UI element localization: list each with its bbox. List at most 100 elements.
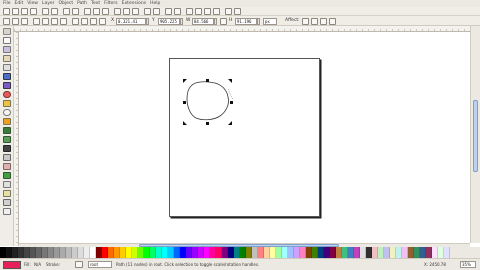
document-properties-icon[interactable] [234, 8, 241, 15]
import-icon[interactable] [42, 8, 49, 15]
print-icon[interactable] [30, 8, 37, 15]
open-icon[interactable] [12, 8, 19, 15]
text-font-icon[interactable] [195, 8, 202, 15]
group-icon[interactable] [165, 8, 172, 15]
dropper-tool-icon[interactable] [3, 199, 11, 206]
menu-text[interactable]: Text [91, 0, 100, 7]
selected-path[interactable] [186, 81, 229, 121]
handle-middle-right[interactable] [230, 101, 233, 104]
menu-filters[interactable]: Filters [104, 0, 118, 7]
flip-vertical-icon[interactable] [60, 17, 67, 25]
vertical-scrollbar[interactable] [470, 26, 480, 243]
raise-top-icon[interactable] [72, 17, 79, 25]
rotate-cw-icon[interactable] [42, 17, 49, 25]
handle-bottom-middle[interactable] [206, 122, 209, 125]
y-spinner[interactable] [180, 17, 183, 25]
menu-path[interactable]: Path [77, 0, 87, 7]
flip-horizontal-icon[interactable] [51, 17, 58, 25]
preferences-icon[interactable] [225, 8, 232, 15]
vertical-scroll-thumb[interactable] [473, 100, 478, 172]
text-tool-icon[interactable] [3, 145, 11, 152]
canvas[interactable] [19, 32, 470, 243]
zoom-tool-icon[interactable] [3, 55, 11, 62]
layer-visibility-icon[interactable] [75, 261, 83, 268]
ungroup-icon[interactable] [174, 8, 181, 15]
new-document-icon[interactable] [3, 8, 10, 15]
selector-tool-icon[interactable] [3, 28, 11, 35]
handle-middle-left[interactable] [183, 101, 186, 104]
select-all-icon[interactable] [3, 17, 10, 25]
clone-icon[interactable] [153, 8, 160, 15]
menu-layer[interactable]: Layer [42, 0, 55, 7]
connector-tool-icon[interactable] [3, 208, 11, 215]
unit-select[interactable]: px [263, 17, 277, 25]
scale-corners-icon[interactable] [311, 17, 318, 25]
handle-top-left[interactable] [183, 79, 187, 83]
select-all-layers-icon[interactable] [12, 17, 19, 25]
copy-icon[interactable] [84, 8, 91, 15]
xml-editor-icon[interactable] [204, 8, 211, 15]
handle-bottom-right[interactable] [228, 121, 232, 125]
export-icon[interactable] [51, 8, 58, 15]
y-field[interactable]: 905.225 [158, 17, 180, 25]
gradient-tool-icon[interactable] [3, 181, 11, 188]
h-spinner[interactable] [257, 17, 260, 25]
node-tool-icon[interactable] [3, 37, 11, 44]
lower-icon[interactable] [90, 17, 97, 25]
lock-ratio-icon[interactable] [220, 17, 227, 25]
ellipse-tool-icon[interactable] [3, 91, 11, 98]
measure-tool-icon[interactable] [3, 64, 11, 71]
w-field[interactable]: 84.566 [192, 17, 214, 25]
transform-gradients-icon[interactable] [320, 17, 327, 25]
color-palette [0, 247, 480, 258]
x-field[interactable]: 0.321.41 [116, 17, 146, 25]
w-spinner[interactable] [214, 17, 217, 25]
zoom-page-icon[interactable] [132, 8, 139, 15]
redo-icon[interactable] [72, 8, 79, 15]
palette-swatch[interactable] [444, 247, 450, 258]
fill-stroke-icon[interactable] [186, 8, 193, 15]
paste-icon[interactable] [102, 8, 109, 15]
zoom-selection-icon[interactable] [114, 8, 121, 15]
x-spinner[interactable] [146, 17, 149, 25]
menu-view[interactable]: View [27, 0, 38, 7]
handle-top-right[interactable] [228, 79, 232, 83]
deselect-icon[interactable] [21, 17, 28, 25]
h-label: H [229, 18, 233, 23]
fill-value: N/A [34, 262, 42, 267]
pen-tool-icon[interactable] [3, 127, 11, 134]
save-icon[interactable] [21, 8, 28, 15]
cut-icon[interactable] [93, 8, 100, 15]
eraser-tool-icon[interactable] [3, 163, 11, 170]
tweak-tool-icon[interactable] [3, 46, 11, 53]
menu-help[interactable]: Help [150, 0, 160, 7]
zoom-drawing-icon[interactable] [123, 8, 130, 15]
transform-patterns-icon[interactable] [329, 17, 336, 25]
star-tool-icon[interactable] [3, 100, 11, 107]
3d-box-tool-icon[interactable] [3, 82, 11, 89]
lower-bottom-icon[interactable] [99, 17, 106, 25]
fill-indicator[interactable] [3, 261, 21, 269]
spray-tool-icon[interactable] [3, 154, 11, 161]
layer-select[interactable]: root [88, 261, 112, 268]
menu-object[interactable]: Object [58, 0, 73, 7]
handle-top-middle[interactable] [206, 79, 209, 82]
paint-bucket-tool-icon[interactable] [3, 172, 11, 179]
rectangle-tool-icon[interactable] [3, 73, 11, 80]
undo-icon[interactable] [63, 8, 70, 15]
zoom-field[interactable]: 35% [460, 261, 476, 268]
spiral-tool-icon[interactable] [3, 109, 11, 116]
rotate-ccw-icon[interactable] [33, 17, 40, 25]
scale-stroke-icon[interactable] [302, 17, 309, 25]
align-distribute-icon[interactable] [213, 8, 220, 15]
duplicate-icon[interactable] [144, 8, 151, 15]
mesh-tool-icon[interactable] [3, 190, 11, 197]
menu-file[interactable]: File [3, 0, 11, 7]
menu-edit[interactable]: Edit [15, 0, 24, 7]
menu-extensions[interactable]: Extensions [122, 0, 146, 7]
pencil-tool-icon[interactable] [3, 118, 11, 125]
raise-icon[interactable] [81, 17, 88, 25]
calligraphy-tool-icon[interactable] [3, 136, 11, 143]
h-field[interactable]: 91.196 [235, 17, 257, 25]
handle-bottom-left[interactable] [183, 121, 187, 125]
